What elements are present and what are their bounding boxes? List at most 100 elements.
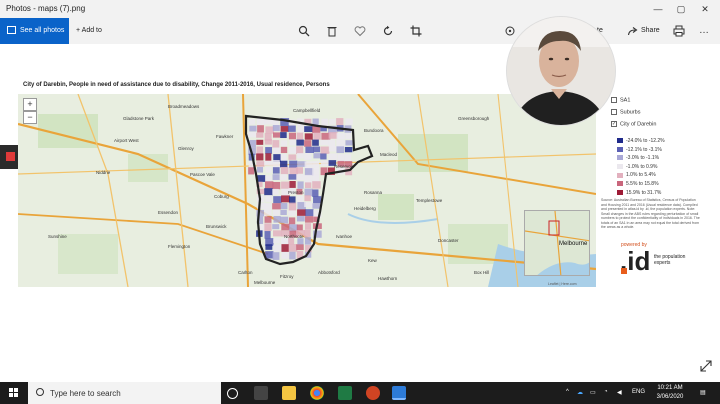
taskbar-search[interactable]: Type here to search xyxy=(28,382,221,404)
see-all-photos-button[interactable]: See all photos xyxy=(0,18,69,44)
sa1-cell xyxy=(344,154,352,162)
webcam-overlay xyxy=(506,16,616,126)
map-label: Campbellfield xyxy=(293,108,321,113)
sa1-cell xyxy=(312,139,319,146)
volume-icon[interactable]: ◀ xyxy=(617,389,622,396)
sa1-cell xyxy=(313,146,321,153)
sa1-cell xyxy=(304,153,312,160)
sa1-cell xyxy=(320,160,329,166)
sa1-cell xyxy=(272,181,281,190)
sa1-cell xyxy=(280,216,289,224)
sa1-cell xyxy=(304,161,313,169)
sa1-cell xyxy=(329,118,336,125)
sa1-cell xyxy=(344,146,353,153)
sa1-cell xyxy=(289,196,296,204)
sa1-cell xyxy=(289,181,296,188)
map-label: Ivanhoe xyxy=(336,234,353,239)
sa1-cell xyxy=(288,202,297,211)
sa1-cell xyxy=(304,140,312,147)
maximize-button[interactable]: ▢ xyxy=(675,3,687,15)
checkbox[interactable] xyxy=(611,97,617,103)
sa1-cell xyxy=(272,160,280,168)
map-label: Doncaster xyxy=(438,238,459,243)
excel-icon[interactable] xyxy=(338,386,352,400)
sa1-cell xyxy=(281,252,289,259)
map-attribution[interactable]: Leaflet | Here.com xyxy=(548,282,577,286)
network-icon[interactable]: ◔ xyxy=(604,389,608,395)
minimap[interactable]: Melbourne xyxy=(524,210,590,276)
checkbox[interactable]: ✓ xyxy=(611,121,617,127)
sa1-cell xyxy=(320,153,327,160)
layer-label: City of Darebin xyxy=(620,121,657,128)
checkbox[interactable] xyxy=(611,109,617,115)
legend-item: -3.0% to -1.1% xyxy=(617,155,659,161)
sa1-cell xyxy=(249,125,257,132)
zoom-icon[interactable] xyxy=(298,25,310,37)
language-indicator[interactable]: ENG xyxy=(632,389,645,395)
clock[interactable]: 10:21 AM 3/06/2020 xyxy=(648,384,692,402)
task-view-icon[interactable] xyxy=(254,386,268,400)
sa1-cell xyxy=(313,196,322,204)
cortana-icon[interactable] xyxy=(227,388,238,399)
sa1-cell xyxy=(289,160,298,168)
legend-label: -3.0% to -1.1% xyxy=(626,155,660,162)
sa1-cell xyxy=(265,153,272,161)
rotate-icon[interactable] xyxy=(382,25,394,37)
photos-app-icon[interactable] xyxy=(392,386,406,400)
sa1-cell xyxy=(289,146,297,154)
sa1-cell xyxy=(320,146,330,154)
edit-icon[interactable] xyxy=(504,25,516,37)
minimize-button[interactable]: — xyxy=(652,3,664,15)
sa1-cell xyxy=(297,209,307,216)
layer-toggle-suburbs[interactable]: Suburbs xyxy=(611,109,641,115)
crop-icon[interactable] xyxy=(410,25,422,37)
zoom-in-button[interactable]: + xyxy=(23,98,37,111)
stop-record-icon xyxy=(6,152,15,161)
sa1-cell xyxy=(288,132,297,140)
map-label: Northcote xyxy=(284,234,304,239)
search-placeholder: Type here to search xyxy=(50,389,121,398)
sa1-cell xyxy=(313,132,321,140)
close-button[interactable]: ✕ xyxy=(699,3,711,15)
powerpoint-icon[interactable] xyxy=(366,386,380,400)
search-icon xyxy=(36,388,44,396)
battery-icon[interactable]: ▭ xyxy=(590,389,596,396)
legend-item: 5.5% to 15.8% xyxy=(617,181,659,187)
legend-label: -24.0% to -12.2% xyxy=(626,138,665,144)
map-label: Glenroy xyxy=(178,146,194,151)
zoom-out-button[interactable]: − xyxy=(23,111,37,124)
delete-icon[interactable] xyxy=(326,25,338,37)
legend-item: -24.0% to -12.2% xyxy=(617,138,665,144)
map-view[interactable]: Gladstone Park Broadmeadows Campbellfiel… xyxy=(18,94,596,287)
sa1-cell xyxy=(264,119,273,125)
sa1-cell xyxy=(288,244,298,252)
windows-start-icon[interactable] xyxy=(9,388,19,398)
sa1-cell xyxy=(305,146,314,153)
sa1-cell xyxy=(280,167,289,175)
sa1-cell xyxy=(296,132,304,141)
layer-toggle-sa1[interactable]: SA1 xyxy=(611,97,630,103)
add-to-button[interactable]: + Add to xyxy=(76,27,102,34)
sa1-cell xyxy=(264,203,272,211)
more-options-icon[interactable]: … xyxy=(698,25,710,37)
sa1-cell xyxy=(272,167,280,174)
chrome-icon[interactable] xyxy=(310,386,324,400)
print-icon[interactable] xyxy=(673,25,685,37)
sa1-cell xyxy=(297,238,304,245)
sa1-cell xyxy=(312,181,321,189)
file-explorer-icon[interactable] xyxy=(282,386,296,400)
map-title: City of Darebin, People in need of assis… xyxy=(23,82,330,88)
share-icon[interactable] xyxy=(627,25,639,37)
tray-chevron-icon[interactable]: ^ xyxy=(566,389,569,395)
sa1-cell xyxy=(304,202,313,208)
favorite-icon[interactable] xyxy=(354,25,366,37)
expand-icon[interactable] xyxy=(700,360,712,372)
sa1-cell xyxy=(265,126,275,134)
onedrive-icon[interactable]: ☁ xyxy=(577,389,583,396)
map-label: Gladstone Park xyxy=(123,116,155,121)
sa1-cell xyxy=(272,174,280,180)
map-label: Reservoir xyxy=(334,164,354,169)
notifications-icon[interactable]: ▤ xyxy=(700,389,706,396)
layer-toggle-city[interactable]: ✓ City of Darebin xyxy=(611,121,656,127)
share-button[interactable]: Share xyxy=(641,27,660,34)
